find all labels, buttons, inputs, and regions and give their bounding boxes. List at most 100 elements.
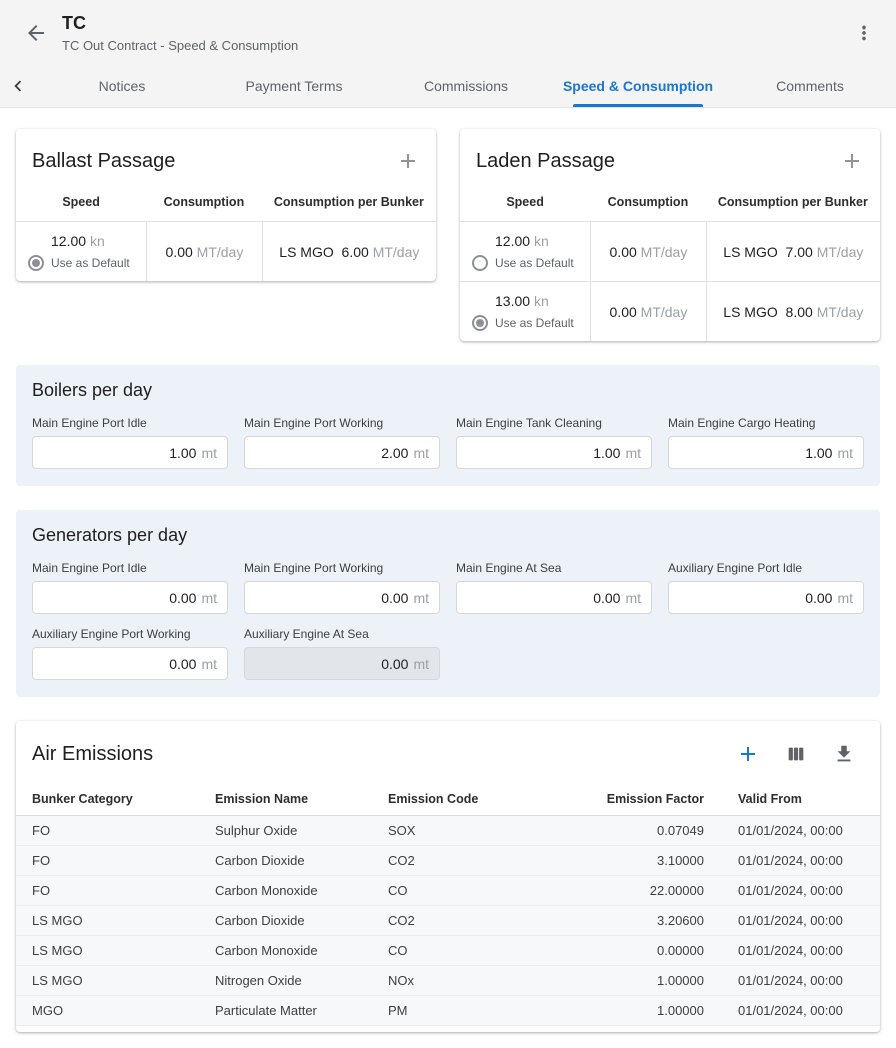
field-generators-auxiliary-engine-port-working: Auxiliary Engine Port Working 0.00mt bbox=[32, 627, 228, 680]
laden-passage-header: Laden Passage bbox=[460, 129, 880, 181]
column-header-emission-name: Emission Name bbox=[215, 792, 388, 806]
emission-factor-cell: 0.00000 bbox=[568, 943, 718, 958]
tab-scroll-left-button[interactable] bbox=[0, 64, 36, 107]
consumption-cell[interactable]: 0.00 MT/day bbox=[590, 282, 706, 341]
generators-main-engine-port-idle-input[interactable]: 0.00mt bbox=[32, 581, 228, 614]
field-generators-main-engine-at-sea: Main Engine At Sea 0.00mt bbox=[456, 561, 652, 614]
emission-code-cell: NOx bbox=[388, 973, 568, 988]
boilers-main-engine-port-working-input[interactable]: 2.00mt bbox=[244, 436, 440, 469]
tab-bar: Notices Payment Terms Commissions Speed … bbox=[0, 64, 896, 107]
table-row[interactable]: FO Sulphur Oxide SOX 0.07049 01/01/2024,… bbox=[16, 816, 880, 846]
table-header-row: Speed Consumption Consumption per Bunker bbox=[16, 185, 436, 221]
table-row[interactable]: LS MGO Carbon Monoxide CO 0.00000 01/01/… bbox=[16, 936, 880, 966]
add-ballast-passage-button[interactable] bbox=[392, 145, 424, 177]
add-emission-button[interactable] bbox=[732, 738, 764, 770]
emission-name-cell: Particulate Matter bbox=[215, 1003, 388, 1018]
bunker-category-cell: MGO bbox=[32, 1003, 215, 1018]
field-label: Main Engine Port Idle bbox=[32, 416, 228, 430]
bunker-consumption-cell[interactable]: LS MGO 8.00 MT/day bbox=[706, 282, 880, 341]
use-as-default-radio[interactable] bbox=[472, 255, 488, 271]
generators-auxiliary-engine-port-idle-input[interactable]: 0.00mt bbox=[668, 581, 864, 614]
table-row[interactable]: LS MGO Nitrogen Oxide NOx 1.00000 01/01/… bbox=[16, 966, 880, 996]
speed-cell[interactable]: 12.00 kn Use as Default bbox=[16, 222, 146, 281]
main-content: Ballast Passage Speed Consumption Consum… bbox=[0, 108, 896, 1048]
field-generators-auxiliary-engine-at-sea: Auxiliary Engine At Sea 0.00mt bbox=[244, 627, 440, 680]
emission-code-cell: CO bbox=[388, 943, 568, 958]
emission-name-cell: Carbon Dioxide bbox=[215, 853, 388, 868]
air-emissions-header: Air Emissions bbox=[16, 721, 880, 782]
tab-payment-terms[interactable]: Payment Terms bbox=[208, 64, 380, 107]
field-generators-main-engine-port-idle: Main Engine Port Idle 0.00mt bbox=[32, 561, 228, 614]
tab-comments[interactable]: Comments bbox=[724, 64, 896, 107]
generators-fields: Main Engine Port Idle 0.00mt Main Engine… bbox=[32, 561, 864, 680]
generators-main-engine-at-sea-input[interactable]: 0.00mt bbox=[456, 581, 652, 614]
speed-cell[interactable]: 13.00 kn Use as Default bbox=[460, 282, 590, 341]
columns-icon bbox=[785, 743, 807, 765]
field-label: Main Engine Tank Cleaning bbox=[456, 416, 652, 430]
bunker-category-cell: FO bbox=[32, 883, 215, 898]
table-row[interactable]: FO Carbon Monoxide CO 22.00000 01/01/202… bbox=[16, 876, 880, 906]
consumption-cell[interactable]: 0.00 MT/day bbox=[146, 222, 262, 281]
air-emissions-title: Air Emissions bbox=[32, 743, 153, 766]
table-row[interactable]: FO Carbon Dioxide CO2 3.10000 01/01/2024… bbox=[16, 846, 880, 876]
tab-label: Notices bbox=[99, 78, 146, 94]
add-laden-passage-button[interactable] bbox=[836, 145, 868, 177]
speed-value: 13.00 kn bbox=[495, 293, 549, 309]
emission-factor-cell: 22.00000 bbox=[568, 883, 718, 898]
boilers-main-engine-port-idle-input[interactable]: 1.00mt bbox=[32, 436, 228, 469]
use-as-default-label: Use as Default bbox=[495, 256, 574, 270]
boilers-main-engine-tank-cleaning-input[interactable]: 1.00mt bbox=[456, 436, 652, 469]
kebab-menu-button[interactable] bbox=[848, 17, 880, 49]
emission-name-cell: Carbon Monoxide bbox=[215, 943, 388, 958]
column-header-consumption-per-bunker: Consumption per Bunker bbox=[262, 185, 436, 221]
column-header-consumption: Consumption bbox=[590, 185, 706, 221]
field-label: Auxiliary Engine Port Working bbox=[32, 627, 228, 641]
field-label: Auxiliary Engine At Sea bbox=[244, 627, 440, 641]
tab-label: Payment Terms bbox=[246, 78, 343, 94]
ballast-passage-header: Ballast Passage bbox=[16, 129, 436, 181]
tab-commissions[interactable]: Commissions bbox=[380, 64, 552, 107]
laden-passage-card: Laden Passage Speed Consumption Consumpt… bbox=[460, 129, 880, 341]
tab-speed-consumption[interactable]: Speed & Consumption bbox=[552, 64, 724, 107]
table-header-row: Speed Consumption Consumption per Bunker bbox=[460, 185, 880, 221]
speed-cell[interactable]: 12.00 kn Use as Default bbox=[460, 222, 590, 281]
use-as-default-radio[interactable] bbox=[28, 255, 44, 271]
table-row: 12.00 kn Use as Default 0.00 MT/day LS M… bbox=[16, 221, 436, 281]
speed-value: 12.00 kn bbox=[51, 233, 105, 249]
table-row[interactable]: LS MGO Carbon Dioxide CO2 3.20600 01/01/… bbox=[16, 906, 880, 936]
bunker-category-cell: LS MGO bbox=[32, 973, 215, 988]
table-row[interactable]: MGO Particulate Matter PM 1.00000 01/01/… bbox=[16, 996, 880, 1026]
boilers-main-engine-cargo-heating-input[interactable]: 1.00mt bbox=[668, 436, 864, 469]
column-header-speed: Speed bbox=[460, 185, 590, 221]
air-emissions-table: Bunker Category Emission Name Emission C… bbox=[16, 782, 880, 1026]
generators-auxiliary-engine-port-working-input[interactable]: 0.00mt bbox=[32, 647, 228, 680]
arrow-back-icon bbox=[24, 21, 48, 45]
back-button[interactable] bbox=[20, 17, 52, 49]
column-header-consumption: Consumption bbox=[146, 185, 262, 221]
column-settings-button[interactable] bbox=[780, 738, 812, 770]
page-subtitle: TC Out Contract - Speed & Consumption bbox=[62, 38, 298, 53]
tab-notices[interactable]: Notices bbox=[36, 64, 208, 107]
valid-from-cell: 01/01/2024, 00:00 bbox=[718, 973, 864, 988]
valid-from-cell: 01/01/2024, 00:00 bbox=[718, 853, 864, 868]
generators-main-engine-port-working-input[interactable]: 0.00mt bbox=[244, 581, 440, 614]
bunker-consumption-cell[interactable]: LS MGO 6.00 MT/day bbox=[262, 222, 436, 281]
ballast-passage-title: Ballast Passage bbox=[32, 150, 175, 173]
field-boilers-main-engine-cargo-heating: Main Engine Cargo Heating 1.00mt bbox=[668, 416, 864, 469]
use-as-default-radio[interactable] bbox=[472, 315, 488, 331]
use-as-default-label: Use as Default bbox=[495, 316, 574, 330]
field-label: Auxiliary Engine Port Idle bbox=[668, 561, 864, 575]
field-generators-main-engine-port-working: Main Engine Port Working 0.00mt bbox=[244, 561, 440, 614]
field-label: Main Engine Port Working bbox=[244, 416, 440, 430]
laden-passage-title: Laden Passage bbox=[476, 150, 615, 173]
consumption-cell[interactable]: 0.00 MT/day bbox=[590, 222, 706, 281]
bunker-consumption-cell[interactable]: LS MGO 7.00 MT/day bbox=[706, 222, 880, 281]
field-boilers-main-engine-port-idle: Main Engine Port Idle 1.00mt bbox=[32, 416, 228, 469]
bunker-category-cell: LS MGO bbox=[32, 943, 215, 958]
use-as-default: Use as Default bbox=[472, 315, 574, 331]
boilers-section: Boilers per day Main Engine Port Idle 1.… bbox=[16, 365, 880, 486]
emission-code-cell: PM bbox=[388, 1003, 568, 1018]
download-button[interactable] bbox=[828, 738, 860, 770]
emission-factor-cell: 3.10000 bbox=[568, 853, 718, 868]
generators-section: Generators per day Main Engine Port Idle… bbox=[16, 510, 880, 697]
